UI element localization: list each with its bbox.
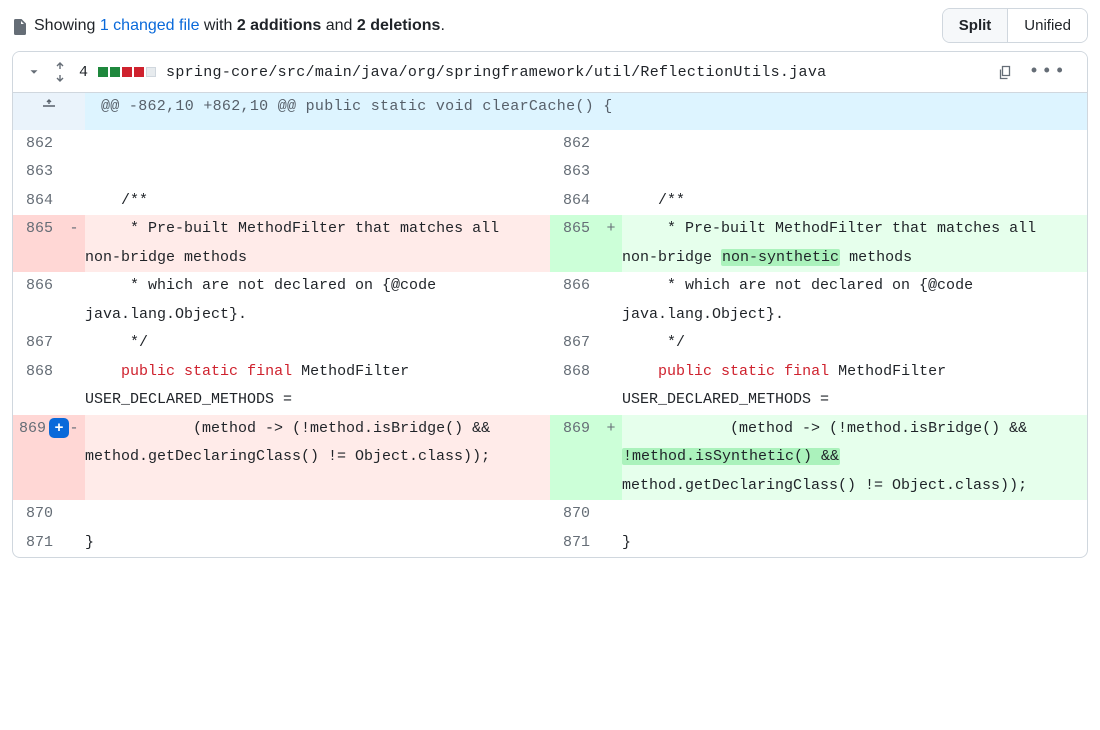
diffstat-square-del bbox=[122, 67, 132, 77]
added-code: (method -> (!method.isBridge() && !metho… bbox=[622, 415, 1087, 501]
hunk-header-row: @@ -862,10 +862,10 @@ public static void… bbox=[13, 93, 1087, 130]
diff-view-toggle: Split Unified bbox=[942, 8, 1088, 43]
unified-view-button[interactable]: Unified bbox=[1007, 9, 1087, 42]
add-line-comment-button[interactable]: + bbox=[49, 418, 69, 438]
file-diffstat bbox=[98, 67, 156, 77]
summary-prefix: Showing bbox=[34, 17, 100, 34]
summary-deletions: 2 deletions bbox=[357, 17, 441, 34]
changed-files-link[interactable]: 1 changed file bbox=[100, 17, 200, 34]
copy-path-icon[interactable] bbox=[997, 64, 1013, 80]
old-line-number: 869 bbox=[19, 420, 46, 437]
expand-hunk-button[interactable] bbox=[13, 93, 85, 130]
word-diff-added: non-synthetic bbox=[721, 249, 840, 266]
diff-table: @@ -862,10 +862,10 @@ public static void… bbox=[13, 93, 1087, 557]
added-code: * Pre-built MethodFilter that matches al… bbox=[622, 215, 1087, 272]
diffstat-square-add bbox=[110, 67, 120, 77]
expand-all-icon[interactable] bbox=[51, 62, 69, 82]
file-path[interactable]: spring-core/src/main/java/org/springfram… bbox=[166, 64, 987, 81]
file-header: 4 spring-core/src/main/java/org/springfr… bbox=[13, 52, 1087, 93]
summary-additions: 2 additions bbox=[237, 17, 321, 34]
old-line-number[interactable]: 862 bbox=[13, 130, 63, 159]
table-row: 870 870 bbox=[13, 500, 1087, 529]
diff-file: 4 spring-core/src/main/java/org/springfr… bbox=[12, 51, 1088, 558]
summary-and: and bbox=[321, 17, 357, 34]
new-code bbox=[622, 130, 1087, 159]
summary-suffix: . bbox=[440, 17, 444, 34]
deleted-code: * Pre-built MethodFilter that matches al… bbox=[85, 215, 550, 272]
table-row: 863 863 bbox=[13, 158, 1087, 187]
table-row: 862 862 bbox=[13, 130, 1087, 159]
old-code bbox=[85, 130, 550, 159]
diffstat-square-neutral bbox=[146, 67, 156, 77]
chevron-down-icon[interactable] bbox=[27, 65, 41, 79]
diffstat-square-add bbox=[98, 67, 108, 77]
split-view-button[interactable]: Split bbox=[943, 9, 1008, 42]
diff-summary-text: Showing 1 changed file with 2 additions … bbox=[34, 17, 445, 35]
table-row: 866 * which are not declared on {@code j… bbox=[13, 272, 1087, 329]
diffstat-square-del bbox=[134, 67, 144, 77]
diff-summary-bar: Showing 1 changed file with 2 additions … bbox=[12, 6, 1088, 51]
table-row: 867 */ 867 */ bbox=[13, 329, 1087, 358]
deleted-code: (method -> (!method.isBridge() && method… bbox=[85, 415, 550, 501]
table-row: 868 public static final MethodFilter USE… bbox=[13, 358, 1087, 415]
table-row: 869+ - (method -> (!method.isBridge() &&… bbox=[13, 415, 1087, 501]
table-row: 865 - * Pre-built MethodFilter that matc… bbox=[13, 215, 1087, 272]
table-row: 864 /** 864 /** bbox=[13, 187, 1087, 216]
new-line-number[interactable]: 862 bbox=[550, 130, 600, 159]
summary-mid: with bbox=[199, 17, 236, 34]
file-diff-icon bbox=[12, 19, 28, 35]
diff-summary-left: Showing 1 changed file with 2 additions … bbox=[12, 17, 445, 35]
hunk-header-text: @@ -862,10 +862,10 @@ public static void… bbox=[85, 93, 1087, 130]
file-actions-menu[interactable]: ••• bbox=[1023, 62, 1073, 82]
word-diff-added: !method.isSynthetic() && bbox=[622, 448, 840, 465]
file-change-count: 4 bbox=[79, 64, 88, 81]
table-row: 871} 871} bbox=[13, 529, 1087, 558]
